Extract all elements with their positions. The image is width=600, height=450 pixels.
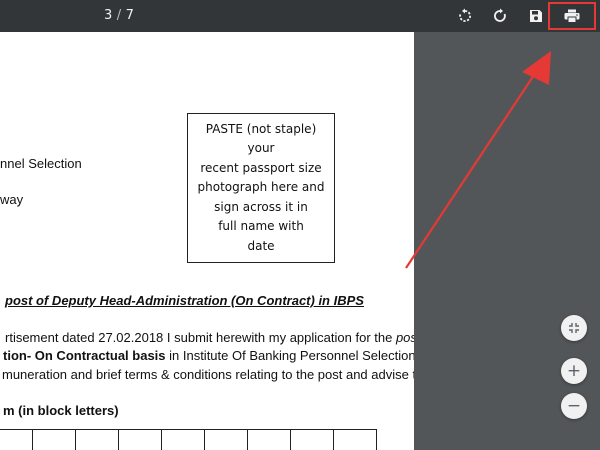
pdf-toolbar: 3/7 <box>0 0 600 32</box>
paragraph-line-2-bold: tion- On Contractual basis <box>3 348 166 363</box>
paragraph-line-2-text: in Institute Of Banking Personnel Select… <box>165 348 414 363</box>
letter-box[interactable] <box>33 430 76 450</box>
post-title: post of Deputy Head-Administration (On C… <box>5 293 364 308</box>
fit-to-page-icon <box>569 323 579 333</box>
letter-box[interactable] <box>119 430 162 450</box>
paragraph-line-3: muneration and brief terms & conditions … <box>2 367 414 382</box>
letter-box[interactable] <box>248 430 291 450</box>
photo-box-line: sign across it in <box>214 199 308 214</box>
paragraph-line-1: rtisement dated 27.02.2018 I submit here… <box>5 330 414 345</box>
page-separator: / <box>116 8 122 23</box>
letter-box[interactable] <box>0 430 33 450</box>
zoom-out-button[interactable]: − <box>561 393 587 419</box>
letter-box[interactable] <box>334 430 377 450</box>
photo-box-line: photograph here and <box>197 180 325 195</box>
letter-box[interactable] <box>205 430 248 450</box>
paragraph-line-2: tion- On Contractual basis in Institute … <box>3 348 414 363</box>
photo-box-line: date <box>247 238 275 253</box>
photo-paste-box: PASTE (not staple) your recent passport … <box>187 113 335 263</box>
page-indicator: 3/7 <box>104 8 134 23</box>
partial-text-line-1: nnel Selection <box>0 156 82 171</box>
minus-icon: − <box>566 395 582 416</box>
photo-box-line: your <box>247 141 275 156</box>
name-block-letters-label: m (in block letters) <box>3 403 119 418</box>
partial-text-line-2: way <box>0 192 24 207</box>
photo-box-line: PASTE (not staple) <box>205 121 317 136</box>
letter-box[interactable] <box>76 430 119 450</box>
photo-box-line: full name with <box>218 219 304 234</box>
rotate-clockwise-button[interactable] <box>488 4 512 28</box>
current-page-number[interactable]: 3 <box>104 8 113 23</box>
name-letter-grid <box>0 429 377 450</box>
total-pages: 7 <box>125 8 135 23</box>
photo-box-line: recent passport size <box>200 160 322 175</box>
zoom-in-button[interactable]: + <box>561 358 587 384</box>
letter-box[interactable] <box>291 430 334 450</box>
save-download-icon <box>530 10 542 22</box>
paragraph-line-1-italic: post of <box>395 330 414 345</box>
letter-box[interactable] <box>162 430 205 450</box>
rotate-counterclockwise-icon <box>459 8 471 22</box>
print-button-highlight <box>548 2 596 30</box>
pdf-page[interactable]: nnel Selection way PASTE (not staple) yo… <box>0 32 414 450</box>
fit-to-page-button[interactable] <box>561 315 587 341</box>
rotate-clockwise-icon <box>494 8 506 22</box>
paragraph-line-1-text: rtisement dated 27.02.2018 I submit here… <box>5 330 396 345</box>
plus-icon: + <box>566 360 582 381</box>
rotate-counterclockwise-button[interactable] <box>453 4 477 28</box>
download-button[interactable] <box>524 4 548 28</box>
